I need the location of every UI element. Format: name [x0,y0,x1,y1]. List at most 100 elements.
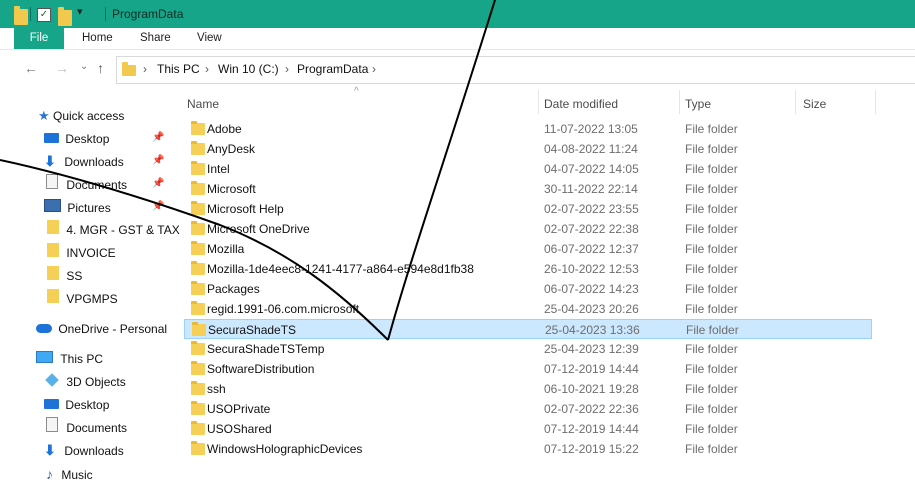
file-row[interactable]: Adobe 11-07-2022 13:05 File folder [184,119,872,139]
file-row[interactable]: Packages 06-07-2022 14:23 File folder [184,279,872,299]
ribbon: File Home Share View [0,28,915,50]
file-name: Microsoft [207,182,256,196]
music-note-icon: ♪ [46,466,53,482]
file-row[interactable]: AnyDesk 04-08-2022 11:24 File folder [184,139,872,159]
forward-arrow-icon[interactable]: → [55,60,69,76]
file-type: File folder [685,242,738,256]
desktop-icon [44,399,59,409]
sidebar-item-documents[interactable]: Documents [46,174,127,196]
file-row[interactable]: ssh 06-10-2021 19:28 File folder [184,379,872,399]
file-row[interactable]: SecuraShadeTSTemp 25-04-2023 12:39 File fo… [184,339,872,359]
divider [30,7,31,21]
file-row[interactable]: regid.1991-06.com.microsoft 25-04-2023 20… [184,299,872,319]
sidebar-item-invoice[interactable]: INVOICE [47,242,116,264]
tab-home[interactable]: Home [82,28,113,49]
sidebar-item-mgr-gst-tax[interactable]: 4. MGR - GST & TAX [47,219,180,241]
sidebar-item-pictures[interactable]: Pictures [44,197,111,219]
tab-view[interactable]: View [197,28,222,49]
breadcrumb-programdata[interactable]: ProgramData [297,62,368,76]
file-row[interactable]: Mozilla-1de4eec8-1241-4177-a864-e594e8d1… [184,259,872,279]
sort-ascending-icon: ^ [354,86,359,97]
desktop-icon [44,133,59,143]
file-type: File folder [686,323,739,337]
properties-checkmark-icon[interactable]: ✓ [37,8,51,22]
file-name: SecuraShadeTSTemp [207,342,325,356]
file-date-modified: 07-12-2019 14:44 [544,362,639,376]
breadcrumb-separator-icon[interactable]: › [372,62,376,76]
sidebar-label: Desktop [65,132,110,146]
file-date-modified: 02-07-2022 22:38 [544,222,639,236]
sidebar-item-music[interactable]: ♪ Music [46,463,93,485]
sidebar-item-vpgmps[interactable]: VPGMPS [47,288,118,310]
file-type: File folder [685,442,738,456]
pin-icon[interactable]: 📌 [152,178,164,189]
file-row[interactable]: Mozilla 06-07-2022 12:37 File folder [184,239,872,259]
up-arrow-icon[interactable]: ↑ [97,60,104,76]
file-row[interactable]: USOPrivate 02-07-2022 22:36 File folder [184,399,872,419]
column-divider[interactable] [538,90,539,114]
tab-file[interactable]: File [14,28,64,49]
sidebar-label: This PC [60,352,104,366]
file-date-modified: 11-07-2022 13:05 [544,122,638,136]
sidebar-item-pc-documents[interactable]: Documents [46,417,127,439]
breadcrumb-this-pc[interactable]: This PC [157,62,200,76]
folder-icon [191,281,205,295]
column-header-type[interactable]: Type [685,92,711,116]
breadcrumb-separator-icon[interactable]: › [285,62,289,76]
cube-icon [45,373,59,387]
breadcrumb-drive[interactable]: Win 10 (C:) [218,62,279,76]
pin-icon[interactable]: 📌 [152,201,164,212]
breadcrumb-separator-icon[interactable]: › [143,62,147,76]
file-row[interactable]: SoftwareDistribution 07-12-2019 14:44 File… [184,359,872,379]
pin-icon[interactable]: 📌 [152,155,164,166]
file-row[interactable]: USOShared 07-12-2019 14:44 File folder [184,419,872,439]
folder-icon [191,121,205,135]
customize-toolbar-dropdown-icon[interactable]: ▾ [77,5,83,21]
folder-icon [191,201,205,215]
column-header-date[interactable]: Date modified [544,92,618,116]
file-type: File folder [685,342,738,356]
sidebar-item-onedrive[interactable]: OneDrive - Personal [36,318,167,340]
sidebar-label: Desktop [65,398,110,412]
sidebar-item-pc-desktop[interactable]: Desktop [44,394,109,416]
file-row[interactable]: Microsoft 30-11-2022 22:14 File folder [184,179,872,199]
folder-icon [122,62,136,76]
back-arrow-icon[interactable]: ← [24,60,38,76]
quick-access[interactable]: ★ Quick access [38,105,124,127]
sidebar-item-ss[interactable]: SS [47,265,82,287]
file-row[interactable]: WindowsHolographicDevices 07-12-2019 15:2… [184,439,872,459]
folder-icon [47,266,59,280]
sidebar-item-downloads[interactable]: ⬇ Downloads [44,151,124,173]
file-name: AnyDesk [207,142,256,156]
sidebar-item-desktop[interactable]: Desktop [44,128,109,150]
column-divider[interactable] [679,90,680,114]
file-type: File folder [685,162,738,176]
onedrive-cloud-icon [36,324,52,333]
column-header-name[interactable]: Name [187,92,219,116]
file-type: File folder [685,302,738,316]
folder-icon [191,161,205,175]
breadcrumb-separator-icon[interactable]: › [205,62,209,76]
file-row[interactable]: Intel 04-07-2022 14:05 File folder [184,159,872,179]
sidebar-item-this-pc[interactable]: This PC [36,348,103,370]
new-folder-icon[interactable] [58,7,72,26]
sidebar-label: Music [61,468,93,482]
column-divider[interactable] [795,90,796,114]
title-bar: ✓ ▾ ProgramData [0,0,915,28]
column-divider[interactable] [875,90,876,114]
tab-share[interactable]: Share [140,28,171,49]
folder-icon [191,341,205,355]
file-row[interactable]: Microsoft OneDrive 02-07-2022 22:38 File f… [184,219,872,239]
pin-icon[interactable]: 📌 [152,132,164,143]
column-header-size[interactable]: Size [803,92,826,116]
file-row[interactable]: SecuraShadeTS 25-04-2023 13:36 File folder [184,319,872,339]
sidebar-label: 4. MGR - GST & TAX [66,223,180,237]
sidebar-item-3d-objects[interactable]: 3D Objects [45,371,126,393]
file-name: Adobe [207,122,242,136]
file-row[interactable]: Microsoft Help 02-07-2022 23:55 File folde… [184,199,872,219]
sidebar-item-pc-downloads[interactable]: ⬇ Downloads [44,440,124,462]
file-type: File folder [685,402,738,416]
recent-locations-chevron-icon[interactable]: ⌄ [80,61,88,72]
folder-icon [191,261,205,275]
file-date-modified: 30-11-2022 22:14 [544,182,638,196]
